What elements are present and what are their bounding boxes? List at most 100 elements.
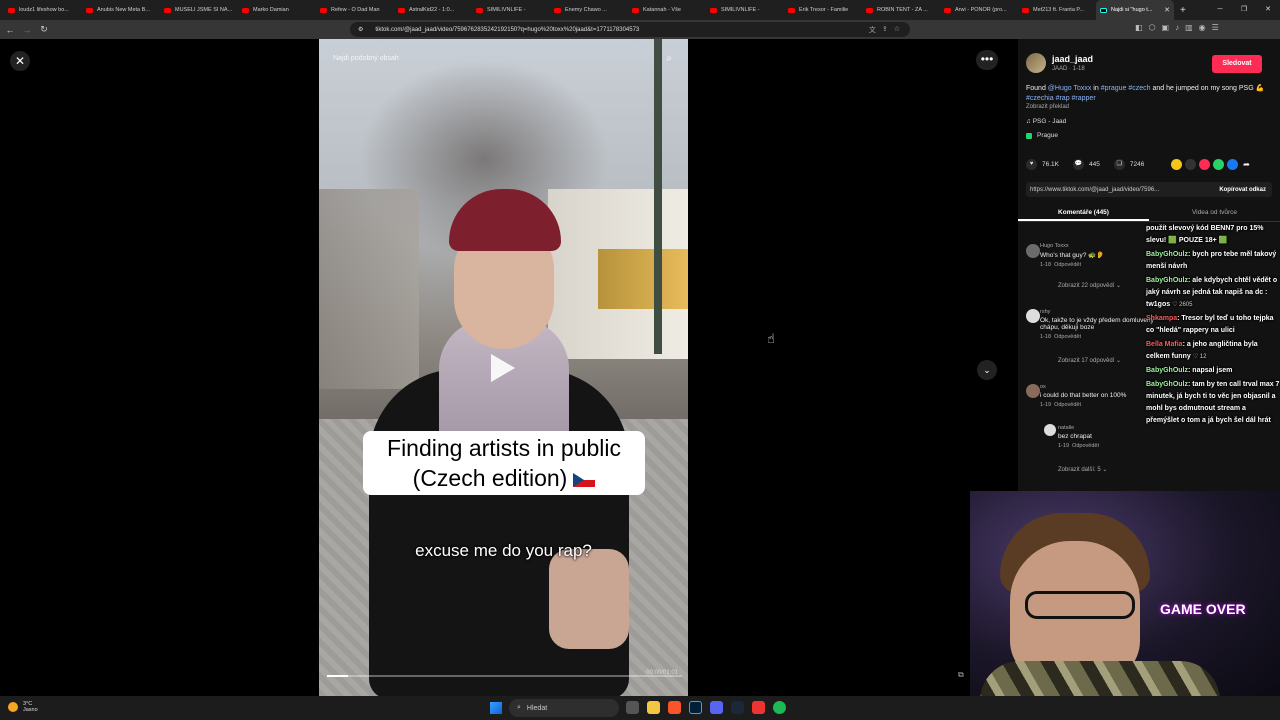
reply-button[interactable]: Odpovědět	[1054, 334, 1081, 340]
maximize-icon[interactable]: ❐	[1232, 0, 1256, 20]
comment-button[interactable]: 💬 445	[1073, 159, 1100, 170]
translate-icon[interactable]: 文	[869, 25, 876, 35]
show-more-button[interactable]: Zobrazit další: 5 ⌄	[1058, 466, 1107, 473]
extension-icon[interactable]: ◧	[1135, 23, 1143, 32]
desc-text: and he jumped on my song PSG 💪	[1150, 85, 1265, 92]
browser-tab[interactable]: SIMILIVNLIFE -	[472, 0, 550, 20]
window-close-icon[interactable]: ✕	[1256, 0, 1280, 20]
code-icon[interactable]	[1185, 159, 1196, 170]
location-link[interactable]: Prague	[1026, 132, 1058, 139]
reply-button[interactable]: Odpovědět	[1054, 402, 1081, 408]
video-progress-bar[interactable]	[327, 675, 682, 677]
chevron-down-icon[interactable]: ⌄	[977, 360, 997, 380]
browser-tab[interactable]: Met213 ft. Franta P...	[1018, 0, 1096, 20]
site-info-icon[interactable]: ⚙	[358, 26, 363, 33]
profile-icon[interactable]: ◉	[1199, 23, 1206, 32]
video-player[interactable]: Najdi podobný obsah ⌕ Finding artists in…	[319, 39, 688, 696]
share-icon[interactable]: ⇪	[882, 25, 888, 35]
search-icon[interactable]: ⌕	[666, 53, 672, 64]
reply-button[interactable]: Odpovědět	[1072, 443, 1099, 449]
browser-tab[interactable]: Enemy Chawo ...	[550, 0, 628, 20]
show-replies-button[interactable]: Zobrazit 17 odpovědí ⌄	[1058, 357, 1121, 364]
engagement-stats: ♥ 76.1K 💬 445 ❏ 7246	[1026, 159, 1158, 170]
reload-icon[interactable]: ↻	[37, 24, 51, 35]
browser-tab[interactable]: Erik Tresor - Familie	[784, 0, 862, 20]
avatar[interactable]	[1044, 424, 1056, 436]
back-icon[interactable]: ←	[3, 25, 17, 35]
browser-tab[interactable]: loudz1 lifeshow bo...	[4, 0, 82, 20]
send-icon[interactable]	[1199, 159, 1210, 170]
chat-user: BabyGhOulz	[1146, 277, 1189, 284]
close-icon[interactable]: ✕	[10, 51, 30, 71]
brave-browser-icon[interactable]	[668, 701, 681, 714]
video-link-row: https://www.tiktok.com/@jaad_jaad/video/…	[1026, 182, 1272, 197]
picture-in-picture-icon[interactable]: ⧉	[958, 670, 964, 680]
file-explorer-icon[interactable]	[647, 701, 660, 714]
avatar[interactable]	[1026, 384, 1040, 398]
browser-tab[interactable]: Katannah - Vše	[628, 0, 706, 20]
avatar[interactable]	[1026, 53, 1046, 73]
facebook-icon[interactable]	[1227, 159, 1238, 170]
browser-tab[interactable]: Arwi - PONOR (pro...	[940, 0, 1018, 20]
like-button[interactable]: ♥ 76.1K	[1026, 159, 1059, 170]
task-view-icon[interactable]	[626, 701, 639, 714]
reply-button[interactable]: Odpovědět	[1054, 262, 1081, 268]
photoshop-icon[interactable]	[689, 701, 702, 714]
more-options-icon[interactable]: •••	[976, 50, 998, 70]
author-name[interactable]: jaad_jaad	[1052, 54, 1093, 64]
sidebar-icon[interactable]: ▥	[1185, 23, 1193, 32]
hashtag-link[interactable]: #prague #czech	[1101, 85, 1151, 92]
comment-user[interactable]: natalie	[1058, 425, 1158, 431]
similar-content-search[interactable]: Najdi podobný obsah	[333, 55, 399, 62]
embed-icon[interactable]	[1171, 159, 1182, 170]
extension-icon[interactable]: ♪	[1175, 23, 1179, 32]
discord-icon[interactable]	[710, 701, 723, 714]
url-text[interactable]: tiktok.com/@jaad_jaad/video/759676283524…	[375, 27, 639, 33]
spotify-icon[interactable]	[773, 701, 786, 714]
browser-tab[interactable]: SIMILIVNLIFE -	[706, 0, 784, 20]
hashtag-link[interactable]: #czechia #rap #rapper	[1026, 95, 1096, 102]
avatar[interactable]	[1026, 244, 1040, 258]
browser-tab[interactable]: AstralKid22 - 1:0...	[394, 0, 472, 20]
desc-text: in	[1091, 85, 1101, 92]
tab-comments[interactable]: Komentáře (445)	[1018, 204, 1149, 221]
taskbar-search[interactable]: ⌕ Hledat	[509, 699, 619, 717]
show-replies-button[interactable]: Zobrazit 22 odpovědí ⌄	[1058, 282, 1121, 289]
video-link[interactable]: https://www.tiktok.com/@jaad_jaad/video/…	[1030, 187, 1159, 193]
url-bar[interactable]: ⚙ tiktok.com/@jaad_jaad/video/7596762835…	[350, 22, 910, 37]
windows-start-icon[interactable]	[490, 702, 502, 714]
minimize-icon[interactable]: ─	[1208, 0, 1232, 20]
browser-tab-active[interactable]: Najdi si "hugo t... ✕	[1096, 0, 1174, 20]
browser-tab[interactable]: MUSELI JSME SI NA...	[160, 0, 238, 20]
copy-link-button[interactable]: Kopírovat odkaz	[1219, 187, 1272, 193]
forward-icon[interactable]: →	[20, 25, 34, 35]
whatsapp-icon[interactable]	[1213, 159, 1224, 170]
tab-creator-videos[interactable]: Videa od tvůrce	[1149, 204, 1280, 221]
music-link[interactable]: ♫ PSG - Jaad	[1026, 118, 1066, 125]
close-tab-icon[interactable]: ✕	[1164, 6, 1170, 14]
weather-widget[interactable]: 3°C Jasno	[8, 701, 38, 713]
app-icon[interactable]	[752, 701, 765, 714]
avatar[interactable]	[1026, 309, 1040, 323]
play-icon[interactable]	[491, 354, 515, 382]
browser-tab[interactable]: ROBIN TENT - ZA ...	[862, 0, 940, 20]
save-button[interactable]: ❏ 7246	[1113, 159, 1144, 170]
video-subtitle: excuse me do you rap?	[415, 541, 592, 560]
steam-icon[interactable]	[731, 701, 744, 714]
menu-icon[interactable]: ☰	[1212, 23, 1219, 32]
browser-tab[interactable]: Anubis New Meta B...	[82, 0, 160, 20]
chat-like-count: ♡ 2605	[1172, 302, 1193, 308]
mention-link[interactable]: @Hugo Toxxx	[1048, 85, 1092, 92]
browser-tab[interactable]: Marko Damian	[238, 0, 316, 20]
bookmark-star-icon[interactable]: ☆	[894, 25, 900, 35]
new-tab-button[interactable]: +	[1180, 5, 1186, 16]
share-arrow-icon[interactable]: ➦	[1241, 159, 1252, 170]
follow-button[interactable]: Sledovat	[1212, 55, 1262, 73]
extension-icon[interactable]: ⬡	[1149, 23, 1156, 32]
game-over-sign: GAME OVER	[1160, 601, 1246, 617]
extension-icon[interactable]: ▣	[1162, 23, 1170, 32]
show-translation-link[interactable]: Zobrazit překlad	[1026, 104, 1069, 110]
caption-line-1: Finding artists in public	[387, 435, 621, 461]
author-block[interactable]: jaad_jaad JAAD · 1-18	[1026, 53, 1093, 73]
browser-tab[interactable]: Refew - O Dad Man	[316, 0, 394, 20]
